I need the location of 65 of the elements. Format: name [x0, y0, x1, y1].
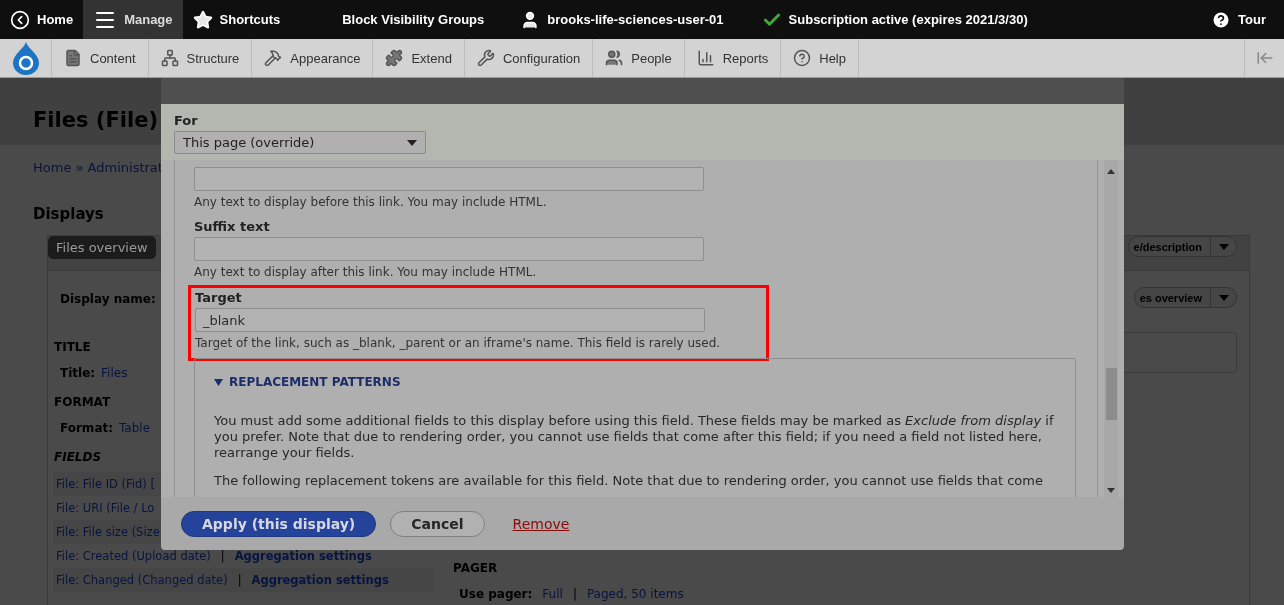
apply-button[interactable]: Apply (this display) [181, 510, 377, 537]
section-label: PAGER [452, 561, 498, 575]
field-label: Title: [60, 366, 96, 380]
toolbar-tab[interactable]: Tour [1201, 0, 1284, 39]
hierarchy-icon [160, 49, 179, 67]
back-icon [10, 9, 30, 30]
toolbar-tab[interactable]: Shortcuts [182, 0, 291, 39]
collapse-icon[interactable] [1255, 49, 1274, 67]
separator: | [237, 573, 242, 587]
help-text: Target of the link, such as _blank, _parent or an iframe's name. This field is rarely used. [195, 336, 721, 350]
remove-link[interactable]: Remove [512, 515, 570, 532]
menu-tab[interactable]: Content [52, 39, 149, 77]
menu-tab[interactable]: People [593, 39, 685, 77]
section-label: FIELDS [53, 450, 102, 464]
scrollbar[interactable] [1104, 160, 1118, 497]
menu-tab[interactable]: Configuration [464, 39, 594, 77]
section-label: TITLE [53, 340, 91, 354]
caret-icon [1218, 243, 1229, 250]
up-arrow-icon[interactable] [1107, 169, 1115, 174]
cancel-button[interactable]: Cancel [390, 510, 485, 537]
select-field[interactable]: This page (override) [174, 131, 426, 154]
toolbar-tab[interactable]: Home [0, 0, 84, 39]
separator: | [220, 549, 225, 563]
input-field[interactable] [194, 167, 704, 191]
toolbar-tab[interactable]: Subscription active (expires 2021/3/30) [751, 0, 1038, 39]
star-icon [192, 9, 213, 30]
caret-icon [1218, 294, 1229, 301]
section-heading: Displays [33, 205, 104, 223]
separator: | [572, 587, 577, 601]
wrench-icon [476, 49, 495, 67]
field-label: Use pager: [459, 587, 533, 601]
people-icon [605, 49, 624, 67]
paragraph: The following replacement tokens are available for this field. Note that due to rendering order, you cannot use fields that come [214, 473, 1044, 489]
toolbar-tab[interactable]: Manage [83, 0, 183, 39]
field-label: Format: [60, 421, 113, 435]
display-tab[interactable]: Files overview [48, 236, 156, 259]
down-arrow-icon[interactable] [1107, 488, 1115, 493]
scroll-thumb[interactable] [1106, 368, 1117, 420]
drop-logo-icon[interactable] [10, 41, 41, 75]
field-label: Suffix text [194, 219, 270, 234]
field-label: Display name: [60, 291, 156, 306]
field-label: Target [195, 290, 242, 305]
menu-tab[interactable]: Help [781, 39, 859, 77]
field-label: For [174, 113, 198, 128]
fieldset-toggle[interactable]: REPLACEMENT PATTERNS [214, 375, 401, 389]
caret-icon [407, 139, 417, 146]
toolbar-tab[interactable]: Block Visibility Groups [332, 0, 495, 39]
menu-tab[interactable]: Extend [373, 39, 465, 77]
help-text: Any text to display before this link. You may include HTML. [194, 195, 547, 209]
menu-tab[interactable]: Appearance [252, 39, 374, 77]
section-label: FORMAT [53, 395, 111, 409]
menu-tab[interactable]: Structure [148, 39, 253, 77]
input-field[interactable]: _blank [195, 308, 705, 332]
paragraph: You must add some additional fields to this display before using this field. These fields may be marked as Exclude from display if you prefer. Note that due to rendering order, you cannot use fields that come after this field; if you need a field not listed here, rearrange your fields. [214, 413, 1055, 461]
menu-tab[interactable]: Reports [684, 39, 782, 77]
document-icon [64, 49, 82, 67]
puzzle-icon [385, 49, 404, 67]
help-icon [793, 49, 812, 67]
hammer-icon [264, 49, 283, 67]
input-field[interactable] [194, 237, 704, 261]
toolbar-tab[interactable]: brooks-life-sciences-user-01 [510, 0, 734, 39]
help-icon [1211, 9, 1232, 30]
page-title: Files (File) [33, 108, 158, 132]
bar-chart-icon [696, 49, 715, 67]
help-text: Any text to display after this link. You may include HTML. [194, 265, 537, 279]
